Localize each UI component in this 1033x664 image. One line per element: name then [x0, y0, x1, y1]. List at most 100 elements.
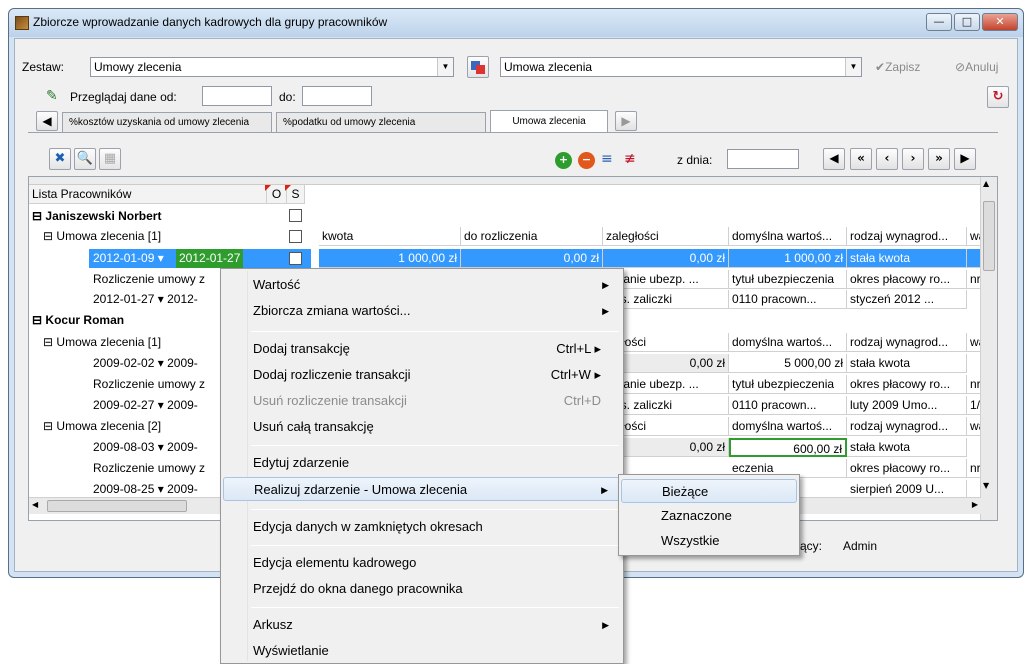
contract-item[interactable]: ⊟ Umowa zlecenia [1] [43, 227, 161, 246]
collapse-icon[interactable]: ⊟ [43, 419, 53, 433]
checkbox[interactable] [289, 230, 302, 243]
search-icon[interactable]: 🔍 [74, 148, 96, 170]
employee-janiszewski[interactable]: ⊟ Janiszewski Norbert [32, 207, 161, 226]
chevron-down-icon[interactable]: ▼ [845, 58, 861, 76]
cell-pracown[interactable]: 0110 pracown... [729, 290, 847, 309]
collapse-icon[interactable]: ⊟ [43, 335, 53, 349]
menu-item-usun-transakcje[interactable]: Usuń całą transakcję [223, 415, 621, 439]
menu-item-wartosc[interactable]: Wartość ▶ [223, 273, 621, 297]
tab-podatek[interactable]: %podatku od umowy zlecenia [276, 112, 486, 132]
date-start[interactable]: 2009-08-03 ▾ 2009- [93, 438, 198, 457]
page-prev-button[interactable]: « [850, 148, 872, 170]
menu-item-edycja-elementu[interactable]: Edycja elementu kadrowego [223, 551, 621, 575]
contract-label: Umowa zlecenia [1] [56, 335, 162, 349]
list-add-icon[interactable]: ≡ [601, 151, 613, 167]
collapse-icon[interactable]: ⊟ [32, 313, 42, 327]
settlement-item[interactable]: Rozliczenie umowy z [93, 459, 205, 478]
collapse-icon[interactable]: ⊟ [43, 229, 53, 243]
date-to-input[interactable] [302, 86, 372, 106]
menu-item-dodaj-rozliczenie[interactable]: Dodaj rozliczenie transakcji Ctrl+W ▸ [223, 363, 621, 387]
scroll-left-icon[interactable]: ◀ [32, 500, 38, 509]
submenu-item-zaznaczone[interactable]: Zaznaczone [621, 504, 797, 528]
cell-do-rozliczenia[interactable]: 0,00 zł [461, 249, 603, 268]
menu-item-wyswietlanie[interactable]: Wyświetlanie [223, 639, 621, 663]
title-bar[interactable]: Zbiorcze wprowadzanie danych kadrowych d… [9, 9, 1023, 37]
copy-set-icon[interactable] [467, 56, 489, 78]
last-next-button[interactable]: ▶ [954, 148, 976, 170]
maximize-button[interactable]: □ [954, 13, 980, 31]
submenu-item-biezace[interactable]: Bieżące [621, 479, 797, 503]
menu-item-edytuj-zdarzenie[interactable]: Edytuj zdarzenie [223, 451, 621, 475]
cell-tytul: tytuł ubezpieczenia [729, 375, 847, 394]
calculator-icon[interactable]: ▦ [99, 148, 121, 170]
date-start[interactable]: 2012-01-09 ▾ [93, 249, 164, 268]
tab-koszty[interactable]: %kosztów uzyskania od umowy zlecenia [62, 112, 272, 132]
settlement-item[interactable]: Rozliczenie umowy z [93, 270, 205, 289]
scroll-down-icon[interactable]: ▼ [983, 481, 989, 490]
cell-domyslna[interactable]: 600,00 zł [729, 438, 847, 457]
z-dnia-input[interactable] [727, 149, 799, 169]
employee-name: Janiszewski Norbert [45, 209, 162, 223]
tab-next-button[interactable]: ▶ [615, 111, 637, 131]
tab-prev-button[interactable]: ◀ [36, 111, 58, 131]
menu-item-przejdz-do-pracownika[interactable]: Przejdź do okna danego pracownika [223, 577, 621, 601]
next-button[interactable]: › [902, 148, 924, 170]
cell-okres-value[interactable]: styczeń 2012 ... [847, 290, 967, 309]
cell-okres: okres płacowy ro... [847, 459, 967, 478]
scroll-up-icon[interactable]: ▲ [983, 179, 989, 188]
cell-okres-value[interactable]: luty 2009 Umo... [847, 396, 967, 415]
date-from-input[interactable] [202, 86, 272, 106]
cell-domyslna[interactable]: 1 000,00 zł [729, 249, 847, 268]
scroll-right-icon[interactable]: ▶ [972, 500, 978, 509]
employee-kocur[interactable]: ⊟ Kocur Roman [32, 311, 124, 330]
chevron-down-icon[interactable]: ▼ [437, 58, 453, 76]
tab-umowa-zlecenia[interactable]: Umowa zlecenia [490, 110, 608, 132]
menu-item-edycja-zamknietych[interactable]: Edycja danych w zamkniętych okresach [223, 515, 621, 539]
contract-item[interactable]: ⊟ Umowa zlecenia [2] [43, 417, 161, 436]
remove-icon[interactable]: − [578, 152, 595, 169]
settlement-item[interactable]: Rozliczenie umowy z [93, 375, 205, 394]
tools-icon[interactable]: ✖ [49, 148, 71, 170]
checkbox[interactable] [289, 209, 302, 222]
close-button[interactable]: ✕ [982, 13, 1018, 31]
menu-shortcut: Ctrl+W ▸ [550, 367, 601, 382]
cell-rodzaj[interactable]: stała kwota [847, 354, 967, 373]
list-remove-icon[interactable]: ≢ [624, 151, 636, 167]
refresh-icon[interactable]: ↻ [987, 86, 1009, 108]
checkbox[interactable] [289, 252, 302, 265]
first-prev-button[interactable]: ◀ [823, 148, 845, 170]
settlement-date[interactable]: 2009-02-27 ▾ 2009- [93, 396, 198, 415]
vertical-scroll-thumb[interactable] [983, 201, 995, 271]
header-employee-list[interactable]: Lista Pracowników [29, 185, 267, 204]
cell-okres: okres płacowy ro... [847, 375, 967, 394]
cell-pracown[interactable]: 0110 pracown... [729, 396, 847, 415]
horizontal-scroll-thumb[interactable] [47, 500, 187, 512]
save-button[interactable]: ✔Zapisz [875, 60, 920, 74]
cell-kwota[interactable]: 1 000,00 zł [319, 249, 461, 268]
prev-button[interactable]: ‹ [876, 148, 898, 170]
cell-domyslna[interactable]: 5 000,00 zł [729, 354, 847, 373]
contract-item[interactable]: ⊟ Umowa zlecenia [1] [43, 333, 161, 352]
settlement-date[interactable]: 2012-01-27 ▾ 2012- [93, 290, 198, 309]
cancel-button[interactable]: ⊘Anuluj [955, 60, 998, 74]
menu-item-realizuj-zdarzenie[interactable]: Realizuj zdarzenie - Umowa zlecenia ▶ [223, 477, 621, 501]
submenu-item-wszystkie[interactable]: Wszystkie [621, 529, 797, 553]
menu-item-arkusz[interactable]: Arkusz ▶ [223, 613, 621, 637]
add-icon[interactable]: + [555, 152, 572, 169]
date-start[interactable]: 2009-02-02 ▾ 2009- [93, 354, 198, 373]
zestaw-select[interactable]: Umowy zlecenia ▼ [90, 57, 454, 77]
collapse-icon[interactable]: ⊟ [32, 209, 42, 223]
cell-rodzaj[interactable]: stała kwota [847, 438, 967, 457]
cell-zaleglosci[interactable]: 0,00 zł [603, 249, 729, 268]
date-end[interactable]: 2012-01-27 [176, 249, 244, 268]
menu-item-zbiorcza-zmiana[interactable]: Zbiorcza zmiana wartości... ▶ [223, 299, 621, 323]
menu-label: Dodaj rozliczenie transakcji [253, 367, 411, 382]
edit-icon: ✎ [46, 88, 58, 104]
minimize-button[interactable]: — [926, 13, 952, 31]
horizontal-scrollbar-right[interactable]: ▶ [799, 497, 981, 514]
menu-item-dodaj-transakcje[interactable]: Dodaj transakcję Ctrl+L ▸ [223, 337, 621, 361]
page-next-button[interactable]: » [928, 148, 950, 170]
type-select[interactable]: Umowa zlecenia ▼ [500, 57, 862, 77]
vertical-scrollbar[interactable]: ▲ ▼ [980, 177, 997, 520]
cell-rodzaj[interactable]: stała kwota [847, 249, 967, 268]
